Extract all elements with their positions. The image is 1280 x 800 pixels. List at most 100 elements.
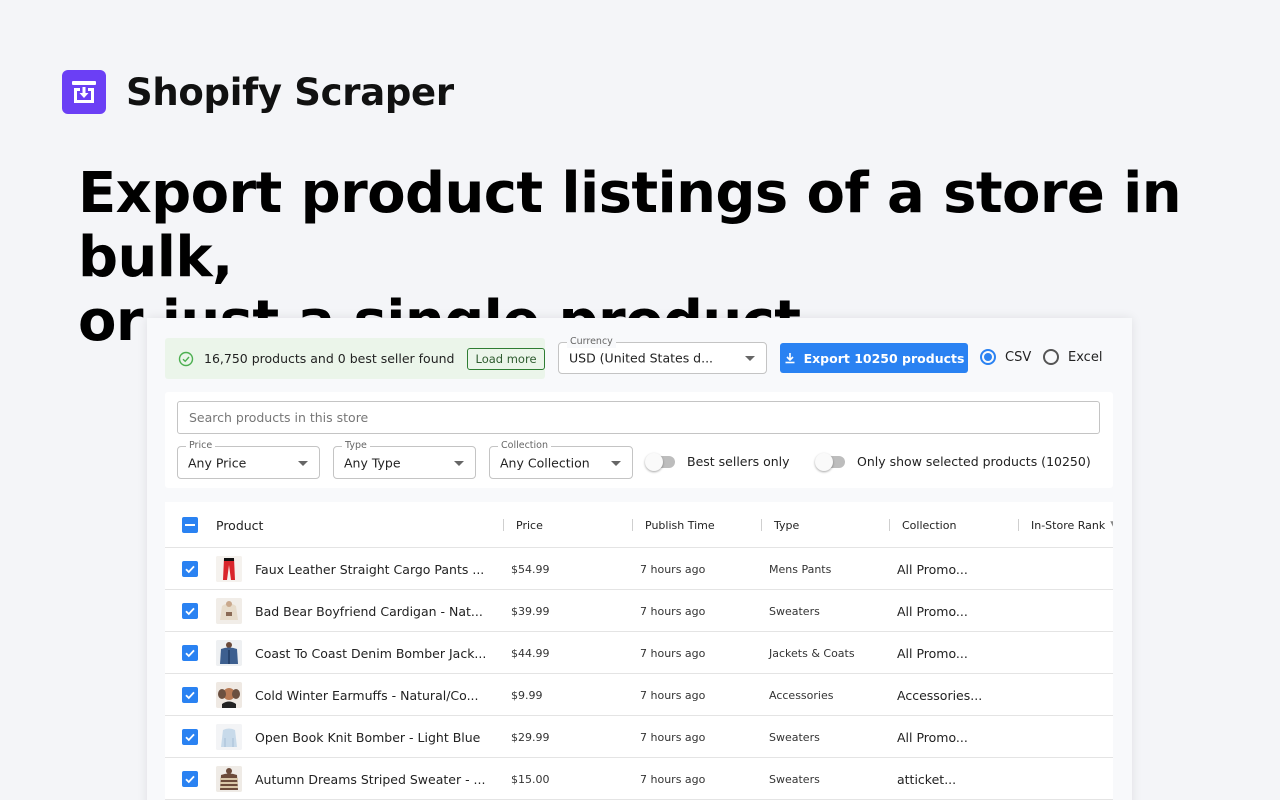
product-type: Accessories xyxy=(769,688,834,702)
status-bar: 16,750 products and 0 best seller found … xyxy=(165,338,545,379)
product-price: $39.99 xyxy=(511,604,550,618)
format-csv[interactable]: CSV xyxy=(980,349,1031,365)
column-product[interactable]: Product xyxy=(216,502,263,548)
collection-filter-value: Any Collection xyxy=(500,455,590,470)
products-table: Product Price Publish Time Type Collecti… xyxy=(165,502,1113,800)
product-publish-time: 7 hours ago xyxy=(640,730,706,744)
format-csv-label: CSV xyxy=(1005,349,1032,365)
download-box-icon xyxy=(62,70,106,114)
best-sellers-toggle[interactable]: Best sellers only xyxy=(645,452,790,471)
chevron-down-icon xyxy=(298,460,308,466)
product-thumbnail xyxy=(216,556,242,582)
product-thumbnail xyxy=(216,766,242,792)
product-thumbnail xyxy=(216,640,242,666)
toggle-switch[interactable] xyxy=(815,452,845,471)
column-type[interactable]: Type xyxy=(774,502,799,548)
brand: Shopify Scraper xyxy=(62,70,454,114)
product-collection: All Promo... xyxy=(897,603,968,619)
product-name[interactable]: Cold Winter Earmuffs - Natural/Co... xyxy=(255,674,479,716)
row-checkbox[interactable] xyxy=(182,771,198,787)
column-price[interactable]: Price xyxy=(516,502,543,548)
product-type: Sweaters xyxy=(769,604,820,618)
product-type: Jackets & Coats xyxy=(769,646,855,660)
product-publish-time: 7 hours ago xyxy=(640,562,706,576)
row-checkbox[interactable] xyxy=(182,729,198,745)
brand-name: Shopify Scraper xyxy=(126,70,454,114)
row-checkbox[interactable] xyxy=(182,603,198,619)
scraper-panel: 16,750 products and 0 best seller found … xyxy=(147,318,1132,800)
select-all-checkbox[interactable] xyxy=(182,517,198,533)
best-sellers-label: Best sellers only xyxy=(687,454,790,469)
product-name[interactable]: Faux Leather Straight Cargo Pants ... xyxy=(255,548,484,590)
product-collection: All Promo... xyxy=(897,561,968,577)
chevron-down-icon xyxy=(745,356,755,361)
sort-arrow-icon[interactable]: ▼ xyxy=(1110,520,1113,530)
chevron-down-icon xyxy=(454,460,464,466)
radio-unselected-icon[interactable] xyxy=(1043,349,1059,365)
row-checkbox[interactable] xyxy=(182,561,198,577)
product-price: $9.99 xyxy=(511,688,543,702)
product-name[interactable]: Bad Bear Boyfriend Cardigan - Nat... xyxy=(255,590,483,632)
table-row[interactable]: Open Book Knit Bomber - Light Blue $29.99… xyxy=(165,716,1113,758)
export-button[interactable]: Export 10250 products xyxy=(780,343,968,373)
status-text: 16,750 products and 0 best seller found xyxy=(204,351,455,366)
download-icon xyxy=(785,353,795,364)
product-price: $44.99 xyxy=(511,646,550,660)
price-filter-value: Any Price xyxy=(188,455,247,470)
type-filter-label: Type xyxy=(342,440,370,452)
column-in-store-rank-label: In-Store Rank xyxy=(1031,518,1106,532)
format-excel-label: Excel xyxy=(1068,349,1103,365)
toggle-switch[interactable] xyxy=(645,452,675,471)
format-excel[interactable]: Excel xyxy=(1043,349,1102,365)
product-name[interactable]: Autumn Dreams Striped Sweater - ... xyxy=(255,758,485,800)
product-publish-time: 7 hours ago xyxy=(640,688,706,702)
product-thumbnail xyxy=(216,598,242,624)
currency-select[interactable]: Currency USD (United States d... xyxy=(558,336,767,374)
column-in-store-rank[interactable]: In-Store Rank ▼ xyxy=(1031,502,1113,548)
product-price: $29.99 xyxy=(511,730,550,744)
product-collection: atticket... xyxy=(897,771,957,787)
price-filter[interactable]: Price Any Price xyxy=(177,440,320,479)
product-publish-time: 7 hours ago xyxy=(640,646,706,660)
only-selected-label: Only show selected products (10250) xyxy=(857,454,1091,469)
load-more-button[interactable]: Load more xyxy=(467,347,545,370)
product-type: Sweaters xyxy=(769,772,820,786)
product-collection: Accessories... xyxy=(897,687,983,703)
product-collection: All Promo... xyxy=(897,729,968,745)
product-type: Sweaters xyxy=(769,730,820,744)
type-filter[interactable]: Type Any Type xyxy=(333,440,476,479)
price-filter-label: Price xyxy=(186,440,216,452)
only-selected-toggle[interactable]: Only show selected products (10250) xyxy=(815,452,1091,471)
column-publish-time[interactable]: Publish Time xyxy=(645,502,715,548)
table-row[interactable]: Cold Winter Earmuffs - Natural/Co... $9.9… xyxy=(165,674,1113,716)
table-row[interactable]: Autumn Dreams Striped Sweater - ... $15.0… xyxy=(165,758,1113,800)
product-thumbnail xyxy=(216,682,242,708)
export-label: Export 10250 products xyxy=(803,350,965,366)
table-row[interactable]: Faux Leather Straight Cargo Pants ... $54… xyxy=(165,548,1113,590)
table-row[interactable]: Bad Bear Boyfriend Cardigan - Nat... $39.… xyxy=(165,590,1113,632)
collection-filter-label: Collection xyxy=(498,440,551,452)
filters-card: Price Any Price Type Any Type Collection… xyxy=(165,392,1113,488)
product-thumbnail xyxy=(216,724,242,750)
row-checkbox[interactable] xyxy=(182,645,198,661)
table-row[interactable]: Coast To Coast Denim Bomber Jack... $44.9… xyxy=(165,632,1113,674)
product-price: $15.00 xyxy=(511,772,550,786)
chevron-down-icon xyxy=(611,460,621,466)
search-input[interactable] xyxy=(177,401,1100,434)
collection-filter[interactable]: Collection Any Collection xyxy=(489,440,633,479)
product-type: Mens Pants xyxy=(769,562,832,576)
radio-selected-icon[interactable] xyxy=(980,349,996,365)
product-publish-time: 7 hours ago xyxy=(640,604,706,618)
table-header: Product Price Publish Time Type Collecti… xyxy=(165,502,1113,548)
check-circle-icon xyxy=(178,351,194,366)
product-publish-time: 7 hours ago xyxy=(640,772,706,786)
currency-value: USD (United States d... xyxy=(569,350,714,366)
type-filter-value: Any Type xyxy=(344,455,401,470)
row-checkbox[interactable] xyxy=(182,687,198,703)
column-collection[interactable]: Collection xyxy=(902,502,956,548)
headline-line-1: Export product listings of a store in bu… xyxy=(78,161,1182,290)
product-name[interactable]: Open Book Knit Bomber - Light Blue xyxy=(255,716,480,758)
product-name[interactable]: Coast To Coast Denim Bomber Jack... xyxy=(255,632,486,674)
product-price: $54.99 xyxy=(511,562,550,576)
product-collection: All Promo... xyxy=(897,645,968,661)
